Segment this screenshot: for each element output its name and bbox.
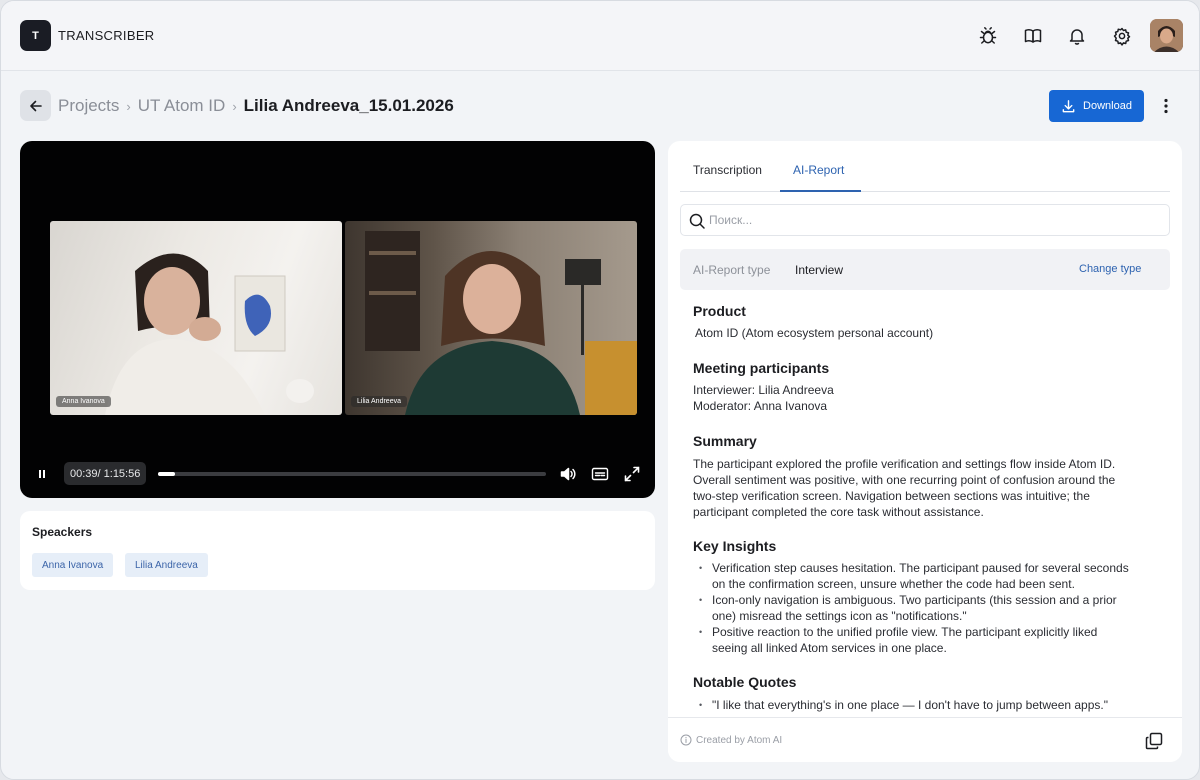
download-label: Download — [1083, 100, 1132, 112]
insight-line: one) misread the settings icon as "notif… — [712, 609, 967, 623]
participant-line: Moderator: Anna Ivanova — [693, 399, 828, 413]
insight-line: Positive reaction to the unified profile… — [712, 625, 1098, 639]
insight-line: seeing all linked Atom services in one p… — [712, 641, 947, 655]
progress-track[interactable] — [158, 472, 546, 476]
speakers-card: Speackers Anna Ivanova Lilia Andreeva — [20, 511, 655, 590]
download-button[interactable]: Download — [1049, 90, 1144, 122]
tab-ai-report[interactable]: AI-Report — [793, 163, 844, 177]
avatar[interactable] — [1150, 19, 1183, 52]
chevron-right-icon: › — [126, 98, 131, 114]
more-vertical-icon[interactable] — [1158, 96, 1174, 116]
app-window: T TRANSCRIBER Projects › UT Atom ID › Li… — [0, 0, 1200, 780]
top-bar: T TRANSCRIBER — [1, 1, 1199, 71]
arrow-left-icon — [29, 100, 42, 111]
quote-line: "I like that everything's in one place —… — [712, 698, 1108, 712]
panel-footer: Created by Atom AI — [668, 717, 1182, 762]
section-title-participants: Meeting participants — [693, 360, 830, 376]
book-icon[interactable] — [1022, 25, 1044, 47]
insight-item: Icon-only navigation is ambiguous. Two p… — [699, 592, 1162, 624]
report-panel: Transcription AI-Report AI-Report type I… — [668, 141, 1182, 762]
insight-item: Positive reaction to the unified profile… — [699, 624, 1162, 656]
summary-line: The participant explored the profile ver… — [693, 457, 1116, 471]
search-box — [680, 204, 1170, 236]
bell-icon[interactable] — [1066, 25, 1088, 47]
participant-tile: Anna Ivanova — [50, 221, 342, 415]
participant-video-frame — [365, 231, 637, 415]
participant-name: Anna Ivanova — [56, 396, 111, 407]
participant-video-frame — [105, 253, 314, 415]
video-player[interactable]: Anna Ivanova Lilia Andreeva 00:39/ 1:15:… — [20, 141, 655, 498]
summary-line: Overall sentiment was positive, with one… — [693, 473, 1116, 487]
video-controls: 00:39/ 1:15:56 — [20, 459, 655, 487]
back-button[interactable] — [20, 90, 51, 121]
report-type-label: AI-Report type — [693, 263, 771, 277]
pause-icon[interactable] — [33, 465, 51, 483]
chevron-right-icon: › — [232, 98, 237, 114]
subtitles-icon[interactable] — [591, 465, 609, 483]
report-content: Product Atom ID (Atom ecosystem personal… — [693, 301, 1163, 715]
section-title-insights: Key Insights — [693, 538, 777, 554]
summary-line: participant completed the core task with… — [693, 505, 984, 519]
footer-note-text: Created by Atom AI — [696, 734, 783, 746]
speakers-title: Speackers — [32, 525, 93, 539]
insight-line: Verification step causes hesitation. The… — [712, 561, 1129, 575]
fullscreen-icon[interactable] — [623, 465, 641, 483]
active-tab-indicator — [780, 190, 861, 192]
insight-line: on the confirmation screen, unsure wheth… — [712, 577, 1075, 591]
report-type-row: AI-Report type Interview Change type — [680, 249, 1170, 290]
tab-transcription[interactable]: Transcription — [693, 163, 762, 177]
gear-icon[interactable] — [1111, 25, 1133, 47]
tab-bar: Transcription AI-Report — [680, 155, 1170, 192]
search-input[interactable] — [709, 211, 1159, 229]
section-title-quotes: Notable Quotes — [693, 674, 797, 690]
participant-name: Lilia Andreeva — [351, 396, 407, 407]
progress-fill — [158, 472, 176, 476]
quote-item: "I like that everything's in one place —… — [699, 697, 1162, 713]
copy-icon[interactable] — [1144, 731, 1164, 751]
participant-line: Interviewer: Lilia Andreeva — [693, 383, 834, 397]
speaker-chip[interactable]: Lilia Andreeva — [125, 553, 208, 577]
summary-line: two-step verification screen. Navigation… — [693, 489, 1090, 503]
app-logo[interactable]: T — [20, 20, 51, 51]
insight-item: Verification step causes hesitation. The… — [699, 560, 1162, 592]
breadcrumb-project[interactable]: UT Atom ID — [138, 96, 226, 116]
product-text: Atom ID (Atom ecosystem personal account… — [695, 326, 934, 340]
info-icon — [680, 734, 692, 746]
report-type-value: Interview — [795, 263, 844, 277]
participant-tile: Lilia Andreeva — [345, 221, 637, 415]
section-title-summary: Summary — [693, 433, 757, 449]
footer-note: Created by Atom AI — [680, 734, 782, 746]
breadcrumb: Projects › UT Atom ID › Lilia Andreeva_1… — [58, 95, 454, 117]
speaker-chip[interactable]: Anna Ivanova — [32, 553, 114, 577]
insight-line: Icon-only navigation is ambiguous. Two p… — [712, 593, 1117, 607]
volume-icon[interactable] — [559, 465, 577, 483]
breadcrumb-projects[interactable]: Projects — [58, 96, 119, 116]
change-type-link[interactable]: Change type — [1079, 263, 1141, 275]
timecode: 00:39/ 1:15:56 — [64, 462, 147, 485]
app-name: TRANSCRIBER — [58, 28, 155, 43]
bug-icon[interactable] — [977, 25, 999, 47]
page-title: Lilia Andreeva_15.01.2026 — [243, 96, 454, 115]
download-icon — [1062, 99, 1075, 112]
section-title-product: Product — [693, 303, 746, 319]
search-icon — [689, 213, 705, 229]
